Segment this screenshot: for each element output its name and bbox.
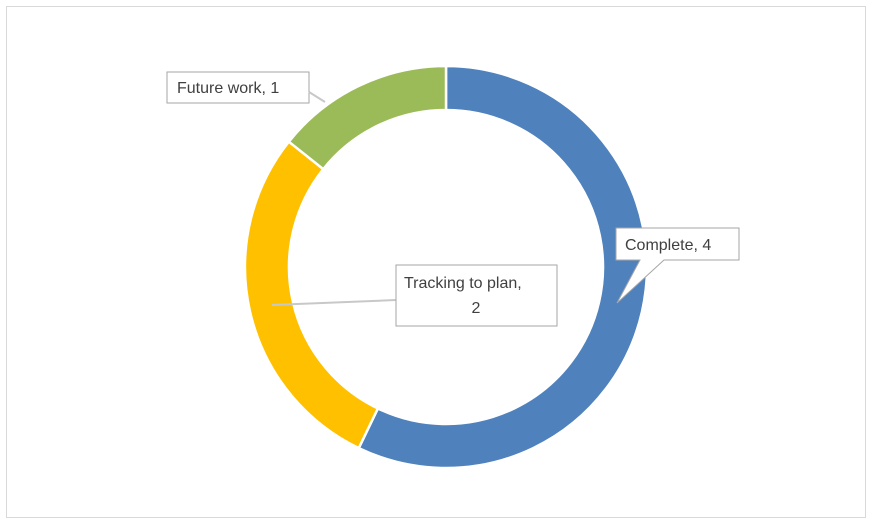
data-label-future-work: Future work, 1 [166, 71, 326, 104]
data-label-text: Complete, 4 [625, 237, 711, 254]
data-label-text: Future work, 1 [177, 80, 279, 97]
data-label-text-line-1: Tracking to plan, [404, 275, 522, 292]
data-label-tracking-to-plan: Tracking to plan, 2 [271, 264, 558, 327]
slice-tracking-to-plan [243, 139, 380, 450]
doughnut-chart: Future work, 1 Complete, 4 Tracking to p… [166, 64, 740, 470]
data-label-text-line-2: 2 [472, 300, 481, 317]
leader-line [308, 91, 326, 103]
slice-future-work [287, 64, 448, 171]
